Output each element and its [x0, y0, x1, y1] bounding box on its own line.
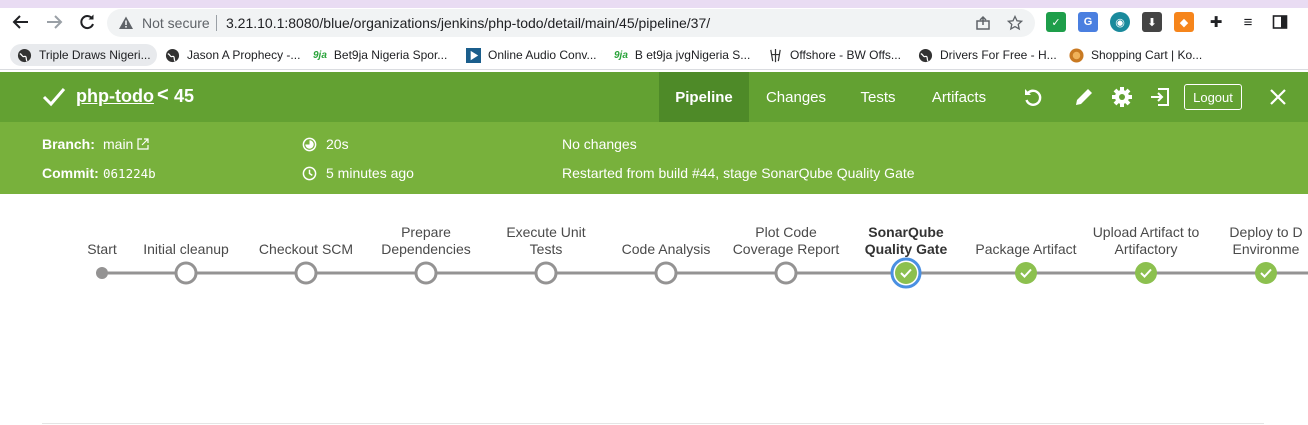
- offshore-icon: [767, 47, 783, 63]
- rerun-icon: [1025, 89, 1042, 106]
- clock-icon: [302, 166, 317, 181]
- bookmark-item[interactable]: 9ja Bet9ja Nigeria Spor...: [313, 44, 447, 66]
- tab-tests[interactable]: Tests: [848, 72, 908, 122]
- bookmark-item[interactable]: 9ja B et9ja jvgNigeria S...: [614, 44, 750, 66]
- stage-label-line: Execute Unit: [506, 224, 586, 240]
- tab-changes[interactable]: Changes: [753, 72, 839, 122]
- bookmark-item[interactable]: Offshore - BW Offs...: [767, 44, 901, 66]
- fox-extension-icon[interactable]: ◆: [1174, 12, 1194, 32]
- close-button[interactable]: [1266, 85, 1290, 109]
- play-icon: [465, 47, 481, 63]
- duration-icon: [302, 137, 317, 152]
- open-classic-button[interactable]: [1148, 85, 1172, 109]
- arrow-right-icon: [47, 15, 63, 29]
- duration-value: 20s: [326, 136, 349, 152]
- stage-node-prepare-dependencies[interactable]: [414, 261, 438, 285]
- warning-icon[interactable]: [117, 14, 135, 32]
- share-icon[interactable]: [973, 13, 993, 33]
- cart-icon: [1068, 47, 1084, 63]
- bookmarks-bar: Triple Draws Nigeri... Jason A Prophecy …: [0, 38, 1308, 70]
- stage-node-initial-cleanup[interactable]: [174, 261, 198, 285]
- commit-hash[interactable]: 061224b: [103, 166, 156, 181]
- stage-node-checkout-scm[interactable]: [294, 261, 318, 285]
- stage-node-execute-unit-tests[interactable]: [534, 261, 558, 285]
- changes-text: No changes: [562, 136, 637, 152]
- star-icon[interactable]: [1005, 13, 1025, 33]
- branch-label: Branch:: [42, 136, 95, 152]
- project-link[interactable]: php-todo: [76, 86, 154, 107]
- pipeline-graph: [96, 257, 1308, 289]
- back-button[interactable]: [9, 10, 33, 34]
- tab-pipeline[interactable]: Pipeline: [659, 72, 749, 122]
- translate-extension-icon[interactable]: G: [1078, 12, 1098, 32]
- media-list-icon[interactable]: ≡: [1238, 12, 1258, 32]
- branch-value: main: [103, 136, 134, 152]
- security-label[interactable]: Not secure: [142, 15, 210, 31]
- stage-node-code-analysis[interactable]: [654, 261, 678, 285]
- reload-icon: [80, 14, 94, 30]
- run-cause: Restarted from build #44, stage SonarQub…: [562, 165, 915, 181]
- run-details: Branch: main Commit: 061224b 20s 5 minut…: [0, 122, 1308, 194]
- bookmark-item[interactable]: Shopping Cart | Ko...: [1068, 44, 1202, 66]
- gear-icon: [1112, 87, 1132, 107]
- side-panel-icon[interactable]: [1270, 12, 1290, 32]
- bet9ja-logo-icon: 9ja: [614, 49, 628, 61]
- arrow-left-icon: [12, 15, 28, 29]
- rerun-button[interactable]: [1021, 85, 1045, 109]
- stage-label-deploy-to-dev-environment[interactable]: Deploy to D Environme: [1191, 224, 1308, 258]
- close-icon: [1270, 89, 1286, 105]
- globe-icon: [16, 47, 32, 63]
- tab-artifacts[interactable]: Artifacts: [921, 72, 997, 122]
- round-extension-icon[interactable]: ◉: [1110, 12, 1130, 32]
- exit-icon: [1151, 88, 1169, 106]
- globe-icon: [917, 47, 933, 63]
- puzzle-icon[interactable]: ✚: [1206, 12, 1226, 32]
- stage-node-upload-artifact-to-artifactory[interactable]: [1135, 262, 1157, 284]
- external-link-icon[interactable]: [137, 138, 149, 150]
- reload-button[interactable]: [75, 10, 99, 34]
- url-text[interactable]: 3.21.10.1:8080/blue/organizations/jenkin…: [226, 15, 710, 31]
- forward-button[interactable]: [42, 10, 66, 34]
- bookmark-item[interactable]: Triple Draws Nigeri...: [10, 44, 157, 66]
- build-number: 45: [174, 86, 195, 106]
- address-bar[interactable]: Not secure 3.21.10.1:8080/blue/organizat…: [107, 9, 1035, 37]
- stage-node-package-artifact[interactable]: [1015, 262, 1037, 284]
- browser-tab-strip: [0, 0, 1308, 8]
- stage-label-line: SonarQube: [868, 224, 944, 240]
- bookmark-item[interactable]: Drivers For Free - H...: [917, 44, 1057, 66]
- address-divider: [216, 15, 217, 31]
- started-time: 5 minutes ago: [326, 165, 414, 181]
- pencil-icon: [1076, 89, 1092, 105]
- run-header: php-todo < 45 Pipeline Changes Tests Art…: [0, 72, 1308, 122]
- bookmark-item[interactable]: Online Audio Conv...: [465, 44, 597, 66]
- bookmark-item[interactable]: Jason A Prophecy -...: [164, 44, 300, 66]
- stage-node-plot-code-coverage-report[interactable]: [774, 261, 798, 285]
- download-extension-icon[interactable]: ⬇: [1142, 12, 1162, 32]
- browser-toolbar: Not secure 3.21.10.1:8080/blue/organizat…: [0, 8, 1308, 38]
- bet9ja-logo-icon: 9ja: [313, 49, 327, 61]
- settings-button[interactable]: [1110, 85, 1134, 109]
- logout-button[interactable]: Logout: [1184, 84, 1242, 110]
- checkmark-icon: [42, 88, 66, 107]
- stage-node-sonarqube-quality-gate[interactable]: [890, 257, 922, 289]
- checkmark-extension-icon[interactable]: ✓: [1046, 12, 1066, 32]
- commit-label: Commit:: [42, 165, 99, 181]
- graph-divider: [42, 423, 1264, 424]
- stage-label-line: Deploy to D: [1229, 224, 1303, 240]
- separator: <: [157, 84, 169, 106]
- stage-node-deploy-to-dev-environment[interactable]: [1255, 262, 1277, 284]
- stage-node-start[interactable]: [96, 267, 108, 279]
- globe-icon: [164, 47, 180, 63]
- edit-button[interactable]: [1072, 85, 1096, 109]
